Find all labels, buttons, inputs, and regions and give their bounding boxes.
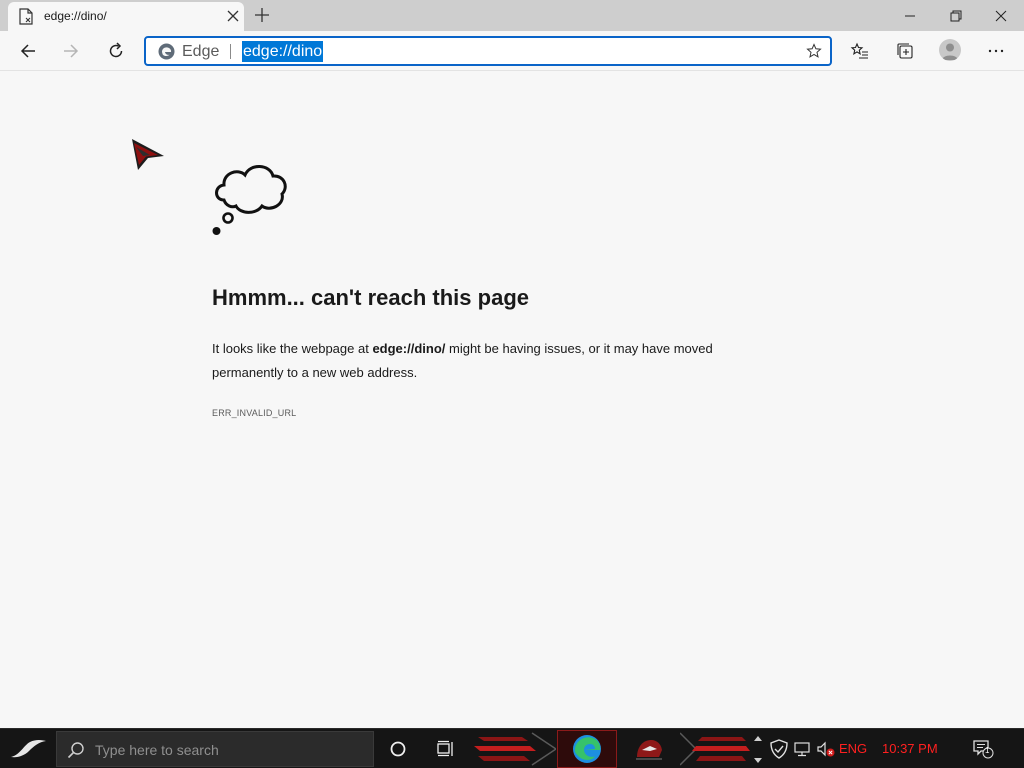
search-placeholder: Type here to search bbox=[95, 742, 219, 758]
input-language[interactable]: ENG bbox=[839, 741, 867, 756]
arrow-left-icon bbox=[20, 44, 35, 58]
tab-title: edge://dino/ bbox=[44, 9, 107, 23]
favorites-icon bbox=[850, 42, 868, 59]
profile-avatar[interactable] bbox=[939, 39, 961, 61]
restore-icon bbox=[950, 10, 962, 21]
taskbar-edge-button[interactable] bbox=[557, 730, 617, 768]
collections-icon bbox=[897, 43, 913, 59]
add-favorite-star-icon[interactable] bbox=[806, 43, 822, 59]
taskbar: Type here to search ENG 10:37 PM 1 bbox=[0, 728, 1024, 768]
address-bar[interactable]: Edge edge://dino bbox=[144, 36, 832, 66]
more-dots-icon bbox=[988, 49, 1004, 53]
new-tab-icon[interactable] bbox=[253, 6, 271, 24]
minimize-icon bbox=[905, 15, 915, 16]
system-clock[interactable]: 10:37 PM bbox=[882, 741, 938, 756]
browser-toolbar: Edge edge://dino bbox=[0, 31, 1024, 71]
minimize-button[interactable] bbox=[887, 0, 933, 31]
armoury-crate-icon bbox=[636, 740, 662, 760]
desc-text-before: It looks like the webpage at bbox=[212, 341, 373, 356]
notification-count: 1 bbox=[985, 746, 990, 755]
rog-logo-icon bbox=[11, 740, 46, 758]
tab-strip: edge://dino/ bbox=[0, 0, 1024, 31]
task-view-button[interactable] bbox=[434, 737, 458, 761]
refresh-icon bbox=[109, 42, 123, 58]
close-tab-icon[interactable] bbox=[226, 9, 240, 23]
edge-logo-icon bbox=[158, 43, 175, 60]
arrow-right-icon bbox=[64, 44, 79, 58]
page-error-icon bbox=[19, 8, 33, 25]
error-heading: Hmmm... can't reach this page bbox=[212, 285, 529, 310]
taskbar-decoration-left bbox=[474, 732, 556, 766]
shield-icon[interactable] bbox=[768, 738, 790, 760]
restore-button[interactable] bbox=[933, 0, 979, 31]
address-site-label: Edge bbox=[182, 43, 220, 60]
refresh-button[interactable] bbox=[102, 37, 130, 65]
search-icon bbox=[67, 742, 84, 759]
settings-more-button[interactable] bbox=[984, 39, 1008, 63]
favorites-button[interactable] bbox=[848, 39, 872, 63]
taskbar-armoury-button[interactable] bbox=[622, 730, 676, 768]
error-description: It looks like the webpage at edge://dino… bbox=[212, 337, 772, 385]
collections-button[interactable] bbox=[893, 39, 917, 63]
error-code: ERR_INVALID_URL bbox=[212, 408, 297, 418]
task-view-icon bbox=[437, 740, 453, 757]
address-divider bbox=[230, 44, 231, 59]
thought-cloud-icon bbox=[212, 165, 287, 235]
url-input[interactable]: edge://dino bbox=[242, 41, 324, 62]
desc-url: edge://dino/ bbox=[372, 341, 446, 356]
mouse-cursor-icon bbox=[132, 139, 164, 170]
taskbar-decoration-right bbox=[680, 732, 750, 766]
action-center-button[interactable]: 1 bbox=[972, 739, 994, 759]
taskbar-search[interactable]: Type here to search bbox=[56, 731, 374, 767]
user-icon bbox=[942, 43, 958, 60]
start-button[interactable] bbox=[0, 729, 56, 768]
edge-app-icon bbox=[573, 735, 601, 763]
notification-icon bbox=[973, 740, 994, 759]
forward-button[interactable] bbox=[57, 37, 85, 65]
cortana-circle-icon bbox=[390, 741, 406, 757]
network-icon[interactable] bbox=[794, 740, 812, 758]
back-button[interactable] bbox=[14, 37, 42, 65]
close-icon bbox=[995, 10, 1007, 21]
close-window-button[interactable] bbox=[978, 0, 1024, 31]
volume-muted-icon[interactable] bbox=[816, 740, 836, 758]
cortana-button[interactable] bbox=[386, 737, 410, 761]
tab-active[interactable]: edge://dino/ bbox=[8, 2, 244, 31]
tray-scroll-arrows-icon[interactable] bbox=[752, 731, 764, 767]
